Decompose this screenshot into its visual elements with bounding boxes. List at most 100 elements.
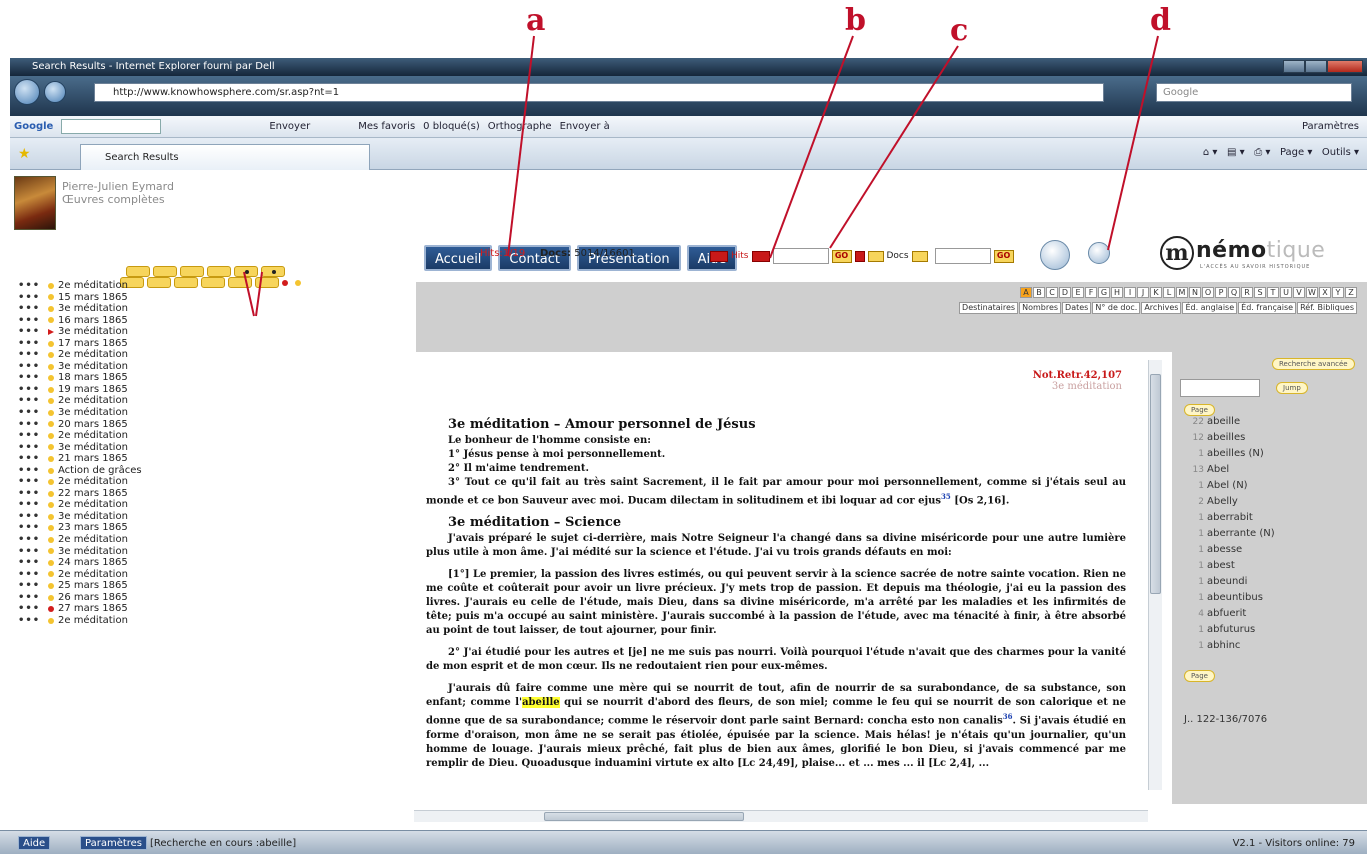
google-settings-button[interactable]: Paramètres xyxy=(1302,121,1359,132)
page-button[interactable] xyxy=(234,266,258,277)
hits-next-button[interactable] xyxy=(751,250,770,262)
google-search-input[interactable] xyxy=(61,119,162,134)
letter-i[interactable]: I xyxy=(1124,287,1136,298)
nav-item[interactable]: ••• 2e méditation xyxy=(18,615,142,627)
nav-item[interactable]: ••• 3e méditation xyxy=(18,407,142,419)
letter-k[interactable]: K xyxy=(1150,287,1162,298)
spelling-button[interactable]: Orthographe xyxy=(488,121,552,132)
nav-item[interactable]: ••• 24 mars 1865 xyxy=(18,557,142,569)
letter-v[interactable]: V xyxy=(1293,287,1305,298)
letter-l[interactable]: L xyxy=(1163,287,1175,298)
url-input[interactable]: http://www.knowhowsphere.com/sr.asp?nt=1 xyxy=(94,83,1104,102)
letter-o[interactable]: O xyxy=(1202,287,1214,298)
word-entry[interactable]: 1 abest xyxy=(1182,558,1275,574)
docs-first-button[interactable] xyxy=(854,250,865,262)
word-entry[interactable]: 1 abesse xyxy=(1182,542,1275,558)
nav-item[interactable]: ••• 18 mars 1865 xyxy=(18,372,142,384)
filter-tab[interactable]: Éd. anglaise xyxy=(1182,302,1238,314)
letter-p[interactable]: P xyxy=(1215,287,1227,298)
word-entry[interactable]: 1 abhinc xyxy=(1182,638,1275,654)
letter-w[interactable]: W xyxy=(1306,287,1318,298)
help-button[interactable]: Aide xyxy=(18,836,51,850)
nav-item[interactable]: ••• 25 mars 1865 xyxy=(18,580,142,592)
page-button[interactable] xyxy=(207,266,231,277)
letter-j[interactable]: J xyxy=(1137,287,1149,298)
page-button[interactable] xyxy=(147,277,171,288)
nav-item[interactable]: ••• 3e méditation xyxy=(18,361,142,373)
page-button[interactable] xyxy=(261,266,285,277)
tab-search-results[interactable]: Search Results xyxy=(80,144,370,170)
page-down-button[interactable]: Page xyxy=(1184,670,1215,682)
nav-item[interactable]: ••• 2e méditation xyxy=(18,534,142,546)
nav-item[interactable]: ••• 2e méditation xyxy=(18,499,142,511)
nav-item[interactable]: ••• 3e méditation xyxy=(18,303,142,315)
feeds-icon[interactable]: ▤ ▾ xyxy=(1227,147,1245,158)
letter-e[interactable]: E xyxy=(1072,287,1084,298)
letter-q[interactable]: Q xyxy=(1228,287,1240,298)
filter-tab[interactable]: N° de doc. xyxy=(1092,302,1141,314)
zoom-out-icon[interactable] xyxy=(1088,242,1110,264)
letter-z[interactable]: Z xyxy=(1345,287,1357,298)
docs-go-button[interactable]: GO xyxy=(993,249,1014,263)
favorites-star-icon[interactable]: ★ xyxy=(18,146,31,162)
nav-item[interactable]: ••• 26 mars 1865 xyxy=(18,592,142,604)
add-document-icon[interactable] xyxy=(1040,240,1070,270)
docs-next-button[interactable] xyxy=(911,250,928,262)
nav-item[interactable]: ••• 3e méditation xyxy=(18,511,142,523)
google-send-button[interactable]: Envoyer xyxy=(269,121,310,132)
letter-d[interactable]: D xyxy=(1059,287,1071,298)
word-entry[interactable]: 1 abfuturus xyxy=(1182,622,1275,638)
scroll-thumb[interactable] xyxy=(544,812,744,821)
filter-tab[interactable]: Réf. Bibliques xyxy=(1297,302,1357,314)
footnote-link[interactable]: 35 xyxy=(941,492,951,501)
word-entry[interactable]: 1 abeundi xyxy=(1182,574,1275,590)
word-entry[interactable]: 1 abeuntibus xyxy=(1182,590,1275,606)
nav-item[interactable]: ••• 19 mars 1865 xyxy=(18,384,142,396)
letter-x[interactable]: X xyxy=(1319,287,1331,298)
letter-a[interactable]: A xyxy=(1020,287,1032,298)
page-button[interactable] xyxy=(126,266,150,277)
forward-icon[interactable] xyxy=(44,81,66,103)
nav-item[interactable]: ••• 3e méditation xyxy=(18,546,142,558)
settings-button[interactable]: Paramètres xyxy=(80,836,148,850)
nav-item[interactable]: ••• 23 mars 1865 xyxy=(18,522,142,534)
jump-input[interactable] xyxy=(1180,379,1260,397)
letter-f[interactable]: F xyxy=(1085,287,1097,298)
nav-item[interactable]: ••• 2e méditation xyxy=(18,280,142,292)
page-button[interactable] xyxy=(201,277,225,288)
word-entry[interactable]: 22 abeille xyxy=(1182,414,1275,430)
word-entry[interactable]: 4 abfuerit xyxy=(1182,606,1275,622)
word-entry[interactable]: 12 abeilles xyxy=(1182,430,1275,446)
doc-number-input[interactable] xyxy=(934,248,991,264)
word-entry[interactable]: 13 Abel xyxy=(1182,462,1275,478)
letter-g[interactable]: G xyxy=(1098,287,1110,298)
page-menu[interactable]: Page xyxy=(1280,147,1304,158)
letter-r[interactable]: R xyxy=(1241,287,1253,298)
filter-tab[interactable]: Éd. française xyxy=(1238,302,1297,314)
home-icon[interactable]: ⌂ ▾ xyxy=(1203,147,1218,158)
nav-item[interactable]: ••• 2e méditation xyxy=(18,430,142,442)
nav-item[interactable]: ••• 20 mars 1865 xyxy=(18,419,142,431)
letter-h[interactable]: H xyxy=(1111,287,1123,298)
nav-item[interactable]: ••• 22 mars 1865 xyxy=(18,488,142,500)
document-horizontal-scrollbar[interactable] xyxy=(414,810,1148,822)
letter-c[interactable]: C xyxy=(1046,287,1058,298)
word-entry[interactable]: 1 aberrante (N) xyxy=(1182,526,1274,542)
letter-b[interactable]: B xyxy=(1033,287,1045,298)
hits-prev-button[interactable] xyxy=(710,250,728,262)
page-button[interactable] xyxy=(255,277,279,288)
send-to-button[interactable]: Envoyer à xyxy=(560,121,610,132)
letter-u[interactable]: U xyxy=(1280,287,1292,298)
page-button[interactable] xyxy=(180,266,204,277)
page-button[interactable] xyxy=(174,277,198,288)
word-entry[interactable]: 1 aberrabit xyxy=(1182,510,1275,526)
popup-blocked-button[interactable]: 0 bloqué(s) xyxy=(423,121,480,132)
hit-number-input[interactable] xyxy=(772,248,829,264)
nav-item[interactable]: ••• 3e méditation xyxy=(18,442,142,454)
filter-tab[interactable]: Dates xyxy=(1062,302,1092,314)
word-entry[interactable]: 2 Abelly xyxy=(1182,494,1275,510)
scroll-thumb[interactable] xyxy=(1150,374,1161,594)
footnote-link[interactable]: 36 xyxy=(1003,712,1013,721)
nav-item[interactable]: ••• 17 mars 1865 xyxy=(18,338,142,350)
browser-search-input[interactable]: Google xyxy=(1156,83,1352,102)
